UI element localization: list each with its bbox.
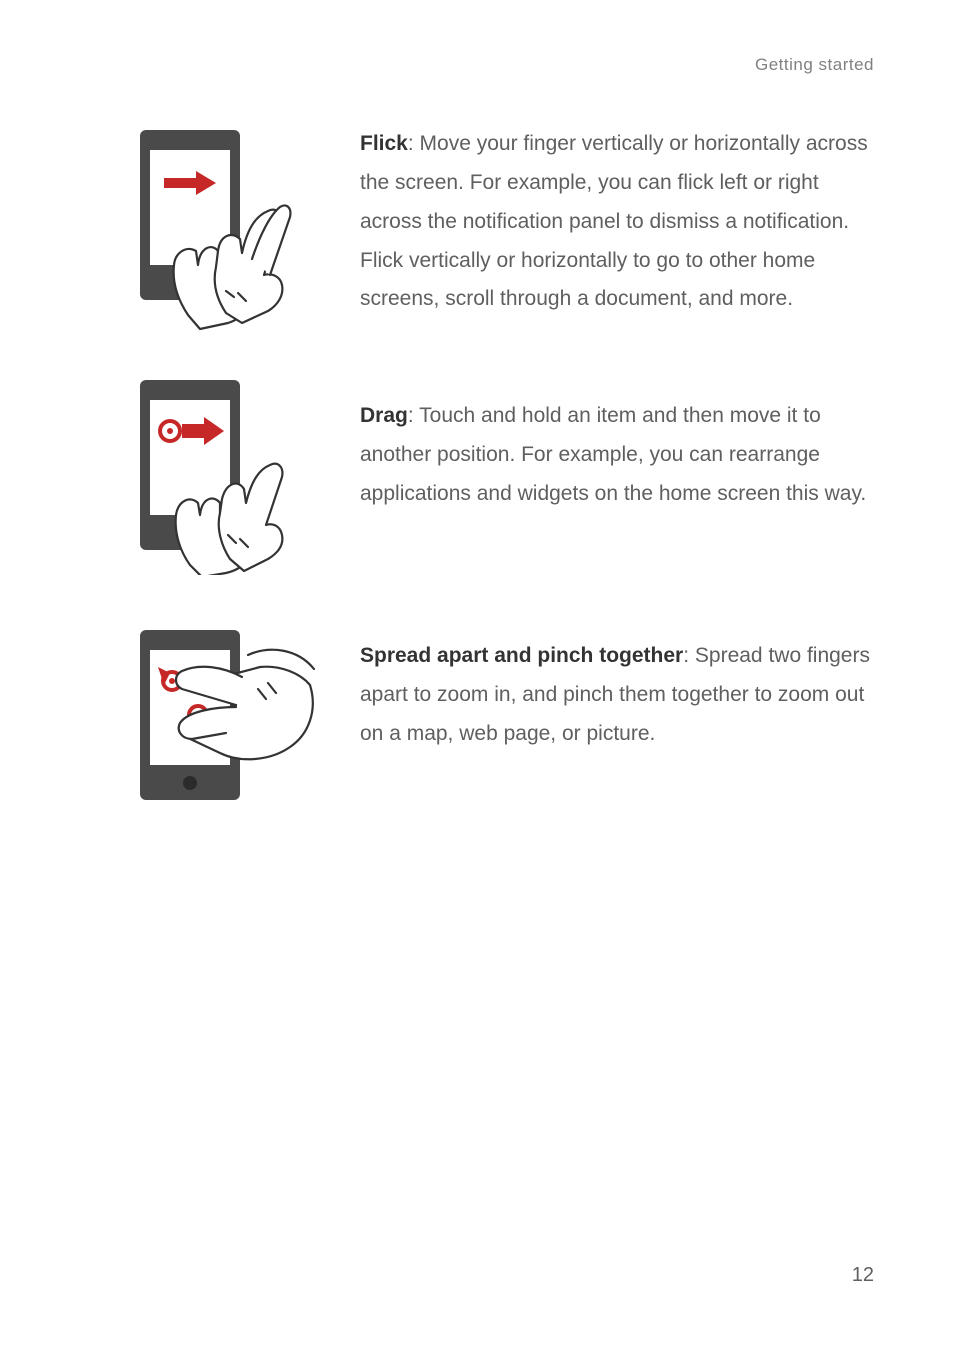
flick-text: Flick: Move your finger vertically or ho…: [330, 125, 874, 319]
drag-illustration: [130, 375, 330, 575]
content-area: Flick: Move your finger vertically or ho…: [120, 125, 874, 805]
section-header: Getting started: [755, 55, 874, 75]
document-page: Getting started: [0, 0, 954, 1352]
drag-text: Drag: Touch and hold an item and then mo…: [330, 375, 874, 514]
spread-pinch-illustration: [130, 615, 330, 805]
entry-spread-pinch: Spread apart and pinch together: Spread …: [120, 615, 874, 805]
spread-pinch-text: Spread apart and pinch together: Spread …: [330, 615, 874, 754]
page-number: 12: [852, 1264, 874, 1287]
flick-title: Flick: [360, 132, 408, 155]
entry-flick: Flick: Move your finger vertically or ho…: [120, 125, 874, 335]
entry-drag: Drag: Touch and hold an item and then mo…: [120, 375, 874, 575]
drag-title: Drag: [360, 404, 408, 427]
spread-pinch-title: Spread apart and pinch together: [360, 644, 683, 667]
drag-body: : Touch and hold an item and then move i…: [360, 404, 866, 505]
flick-body: : Move your finger vertically or horizon…: [360, 132, 868, 310]
flick-illustration: [130, 125, 330, 335]
